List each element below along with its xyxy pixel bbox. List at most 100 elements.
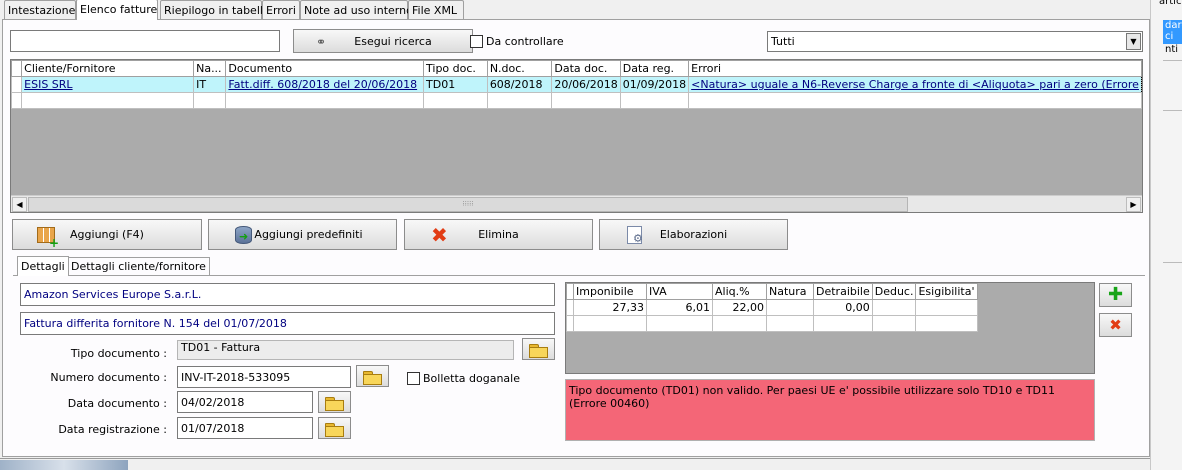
add-button[interactable]: + Aggiungi (F4) [12,219,202,250]
background-window-text: ci [1165,31,1174,42]
cell-natura[interactable] [766,299,814,316]
empty-cell[interactable] [21,92,195,109]
bolletta-doganale-checkbox[interactable] [407,372,420,385]
tab-intestazione[interactable]: Intestazione [4,0,76,19]
column-header[interactable]: Detraibile [813,283,873,300]
supplier-name-field[interactable]: Amazon Services Europe S.a.r.L. [20,283,555,306]
empty-cell[interactable] [766,315,814,332]
folder-icon [528,342,550,358]
vat-grid: Imponibile IVA Aliq.% Natura Detraibile … [565,282,1095,374]
cell-data-doc[interactable]: 20/06/2018 [551,76,621,93]
delete-button[interactable]: ✖ Elimina [404,219,593,250]
data-documento-field[interactable] [177,391,313,413]
cell-cliente[interactable]: ESIS SRL [21,76,195,93]
column-header[interactable]: Data doc. [551,60,621,77]
row-indicator[interactable] [566,315,574,332]
empty-cell[interactable] [871,315,917,332]
cell-documento[interactable]: Fatt.diff. 608/2018 del 20/06/2018 [225,76,425,93]
background-window-text: artic [1159,0,1182,7]
column-header[interactable]: Imponibile [573,283,647,300]
empty-cell[interactable] [225,92,425,109]
column-header[interactable]: Documento [225,60,425,77]
tipo-documento-field[interactable]: TD01 - Fattura [177,340,514,360]
table-row-empty[interactable] [11,92,1142,109]
column-header[interactable]: Na... [193,60,227,77]
delete-vat-row-button[interactable]: ✖ [1099,313,1132,337]
table-row[interactable]: ESIS SRL IT Fatt.diff. 608/2018 del 20/0… [11,76,1142,93]
subtab-dettagli[interactable]: Dettagli [17,256,69,276]
empty-cell[interactable] [551,92,621,109]
da-controllare-checkbox[interactable] [470,35,483,48]
tab-riepilogo-in-tabella[interactable]: Riepilogo in tabella [160,0,270,19]
data-registrazione-picker-button[interactable] [318,417,351,439]
empty-cell[interactable] [813,315,873,332]
column-header[interactable]: Data reg. [619,60,690,77]
cell-nazione[interactable]: IT [193,76,227,93]
add-predefined-button-label: Aggiungi predefiniti [254,228,363,241]
row-indicator[interactable] [11,92,23,109]
search-input[interactable] [10,30,280,52]
empty-cell[interactable] [486,92,553,109]
bolletta-doganale-label: Bolletta doganale [423,372,520,385]
scrollbar-thumb[interactable]: ⁝⁝⁝⁝⁝ [28,197,908,212]
description-field[interactable]: Fattura differita fornitore N. 154 del 0… [20,312,555,335]
numero-documento-field[interactable] [177,366,351,388]
row-indicator[interactable] [566,299,574,316]
cell-detraibile[interactable]: 0,00 [813,299,873,316]
add-predefined-button[interactable]: ➜ Aggiungi predefiniti [208,219,397,250]
data-registrazione-field[interactable] [177,417,313,439]
empty-cell[interactable] [646,315,713,332]
column-header[interactable]: Natura [766,283,814,300]
table-row-empty[interactable] [566,315,978,332]
folder-icon [324,421,346,437]
column-header[interactable]: Aliq.% [712,283,767,300]
row-indicator[interactable] [11,76,23,93]
cell-tipo-doc[interactable]: TD01 [423,76,488,93]
search-button[interactable]: ⚭ Esegui ricerca [293,29,473,53]
cell-iva[interactable]: 6,01 [646,299,713,316]
plus-icon: ✚ [1107,284,1124,305]
empty-cell[interactable] [193,92,227,109]
tab-note-ad-uso-interno[interactable]: Note ad uso interno [300,0,413,19]
cell-imponibile[interactable]: 27,33 [573,299,647,316]
empty-cell[interactable] [688,92,1142,109]
empty-cell[interactable] [423,92,488,109]
column-header[interactable]: N.doc. [486,60,553,77]
empty-cell[interactable] [915,315,978,332]
cell-errori[interactable]: <Natura> uguale a N6-Reverse Charge a fr… [688,76,1142,93]
scroll-left-icon[interactable]: ◀ [12,197,27,212]
column-header[interactable]: Cliente/Fornitore [21,60,195,77]
folder-icon [362,369,384,385]
column-header[interactable]: Errori [688,60,1142,77]
chevron-down-icon[interactable]: ▼ [1126,33,1141,50]
column-header[interactable]: Esigibilita' [915,283,978,300]
cell-data-reg[interactable]: 01/09/2018 [619,76,690,93]
cell-deduc[interactable] [871,299,917,316]
da-controllare-label: Da controllare [486,35,564,48]
tipo-documento-browse-button[interactable] [522,338,555,360]
column-header[interactable]: Tipo doc. [423,60,488,77]
processing-button[interactable]: ⚙ Elaborazioni [599,219,788,250]
column-header[interactable]: IVA [646,283,713,300]
tab-file-xml[interactable]: File XML [408,0,464,19]
empty-cell[interactable] [619,92,690,109]
background-window-highlight: dard ci [1163,20,1182,44]
tab-elenco-fatture[interactable]: Elenco fatture [76,0,158,20]
horizontal-scrollbar[interactable]: ◀ ⁝⁝⁝⁝⁝ ▶ [11,195,1142,212]
numero-documento-browse-button[interactable] [356,365,389,387]
cell-esigibilita[interactable] [915,299,978,316]
filter-select[interactable]: Tutti ▼ [767,31,1143,52]
empty-cell[interactable] [712,315,767,332]
empty-cell[interactable] [573,315,647,332]
column-header[interactable]: Deduc. [871,283,917,300]
close-icon: ✖ [1109,316,1122,334]
cell-aliquota[interactable]: 22,00 [712,299,767,316]
add-vat-row-button[interactable]: ✚ [1099,283,1132,307]
data-documento-picker-button[interactable] [318,391,351,413]
table-row[interactable]: 27,33 6,01 22,00 0,00 [566,299,978,316]
tab-errori[interactable]: Errori [262,0,300,19]
main-panel: ⚭ Esegui ricerca Da controllare Tutti ▼ … [2,19,1150,457]
cell-ndoc[interactable]: 608/2018 [486,76,553,93]
scroll-right-icon[interactable]: ▶ [1126,197,1141,212]
subtab-dettagli-cliente-fornitore[interactable]: Dettagli cliente/fornitore [67,257,210,275]
